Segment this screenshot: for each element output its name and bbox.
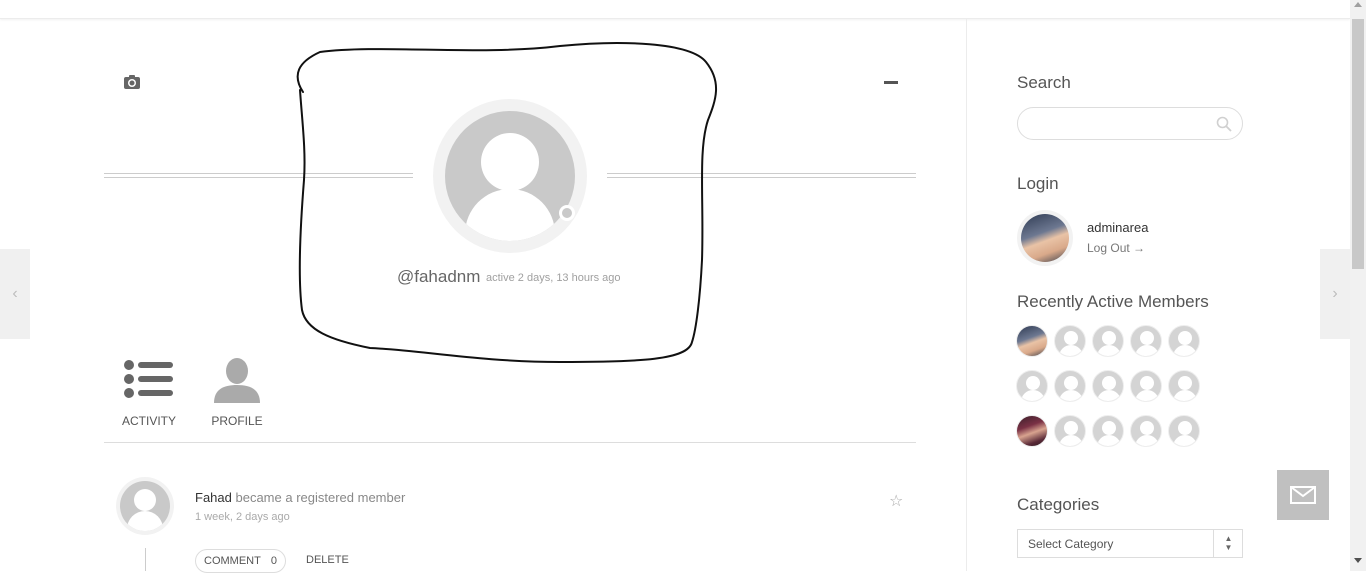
member-avatar[interactable] — [1054, 325, 1086, 357]
members-widget-title: Recently Active Members — [1017, 292, 1209, 311]
activity-list-icon — [124, 360, 173, 398]
contact-fab-button[interactable] — [1277, 470, 1329, 520]
activity-action: became a registered member — [231, 490, 406, 505]
search-input[interactable] — [1017, 107, 1243, 140]
member-avatar[interactable] — [1016, 415, 1048, 447]
comment-label: COMMENT — [204, 555, 261, 567]
login-username[interactable]: adminarea — [1087, 220, 1148, 235]
member-avatar[interactable] — [1092, 415, 1124, 447]
page-scrollbar[interactable] — [1350, 0, 1366, 571]
tabs-divider — [104, 442, 916, 443]
profile-person-icon — [214, 358, 260, 403]
member-avatar[interactable] — [1054, 415, 1086, 447]
member-avatar[interactable] — [1168, 415, 1200, 447]
activity-timestamp[interactable]: 1 week, 2 days ago — [195, 511, 290, 523]
member-avatar[interactable] — [1054, 370, 1086, 402]
tab-activity[interactable]: ACTIVITY — [120, 357, 178, 428]
search-widget-title: Search — [1017, 73, 1071, 92]
scroll-up-arrow[interactable] — [1354, 2, 1362, 7]
member-avatar[interactable] — [1168, 325, 1200, 357]
delete-button[interactable]: DELETE — [306, 554, 349, 566]
logout-link[interactable]: Log Out → — [1087, 241, 1145, 255]
search-icon[interactable] — [1216, 116, 1232, 132]
scroll-thumb[interactable] — [1352, 19, 1364, 269]
member-avatar[interactable] — [1016, 325, 1048, 357]
member-avatar[interactable] — [1130, 325, 1162, 357]
member-avatar[interactable] — [1016, 370, 1048, 402]
star-icon[interactable]: ☆ — [889, 491, 903, 511]
login-widget-title: Login — [1017, 174, 1059, 193]
activity-user-link[interactable]: Fahad — [195, 490, 232, 505]
login-avatar[interactable] — [1017, 210, 1073, 266]
member-avatar[interactable] — [1168, 370, 1200, 402]
tab-profile-label: PROFILE — [211, 414, 263, 428]
comment-count: 0 — [270, 555, 277, 567]
member-avatar[interactable] — [1092, 370, 1124, 402]
categories-widget-title: Categories — [1017, 495, 1100, 514]
scroll-down-arrow[interactable] — [1354, 558, 1362, 563]
member-avatar[interactable] — [1130, 415, 1162, 447]
activity-text: Fahad became a registered member — [195, 490, 405, 505]
tab-activity-label: ACTIVITY — [121, 414, 176, 428]
member-avatar[interactable] — [1092, 325, 1124, 357]
category-select[interactable]: Select Category — [1017, 529, 1243, 558]
activity-avatar[interactable] — [120, 481, 170, 531]
mail-icon — [1290, 486, 1316, 504]
thread-line — [145, 548, 146, 571]
select-arrows-icon: ▲ ▼ — [1213, 529, 1243, 558]
tab-profile[interactable]: PROFILE — [208, 357, 266, 428]
member-avatar[interactable] — [1130, 370, 1162, 402]
comment-button[interactable]: COMMENT 0 — [195, 549, 286, 573]
